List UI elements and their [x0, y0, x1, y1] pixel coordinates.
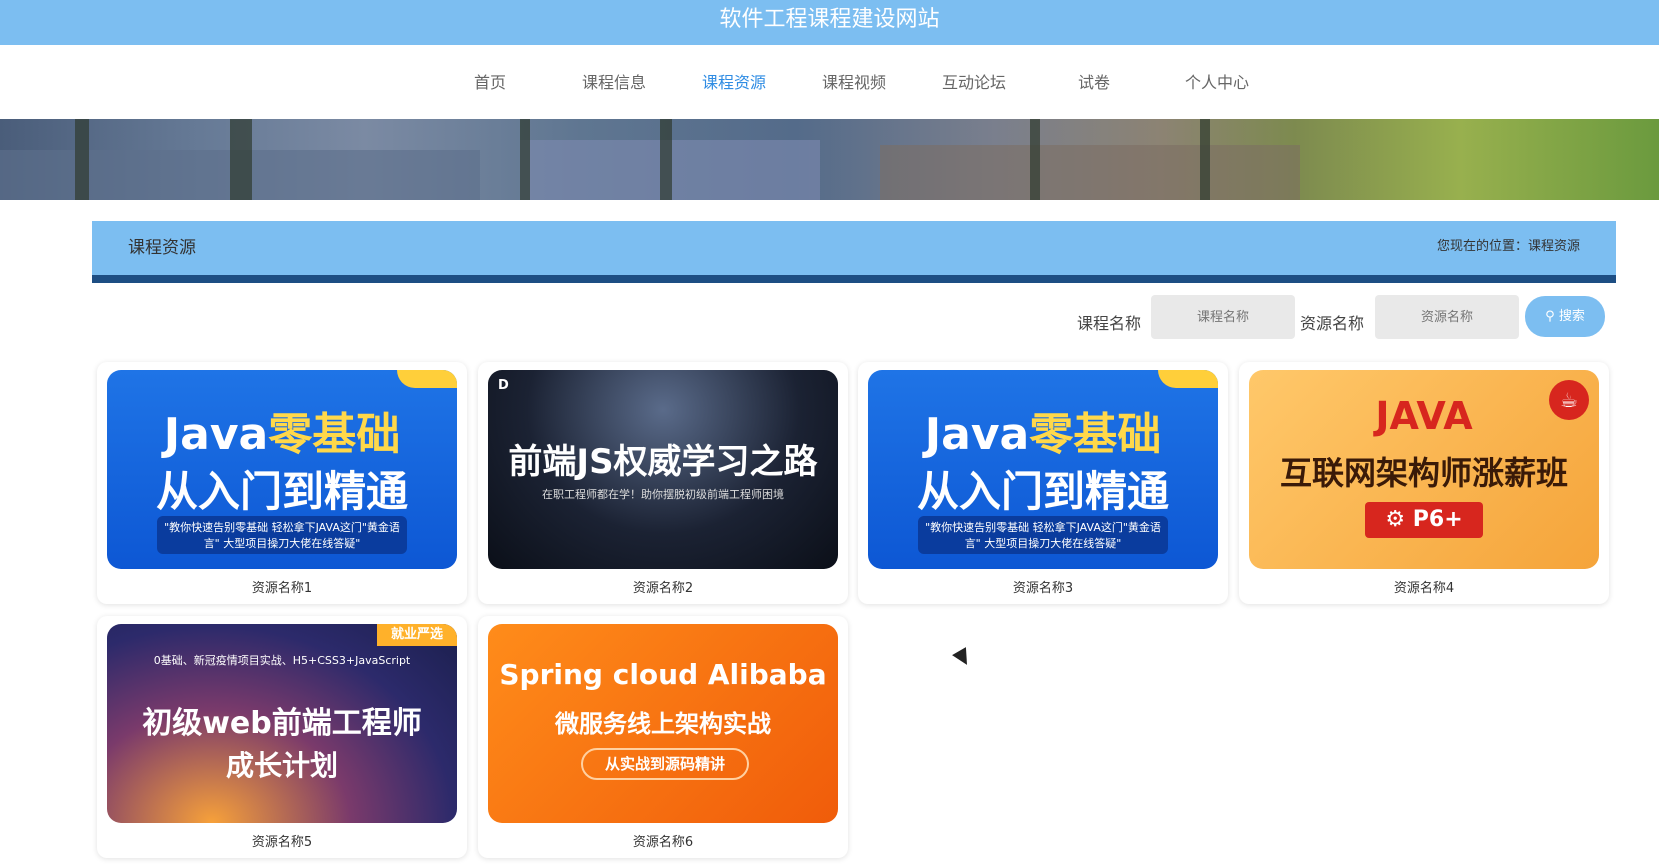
resource-thumbnail: Java零基础 从入门到精通 "教你快速告别零基础 轻松拿下JAVA这门"黄金语… [868, 370, 1218, 569]
resource-name: 资源名称4 [1393, 581, 1455, 596]
thumb-text: 初级web前端工程师 [142, 706, 422, 741]
thumb-text: 成长计划 [225, 749, 338, 782]
thumb-text: 0基础、新冠疫情项目实战、H5+CSS3+JavaScript [153, 654, 411, 667]
thumb-text: "教你快速告别零基础 轻松拿下JAVA这门"黄金语言" 大型项目操刀大佬在线答疑… [157, 516, 407, 554]
thumb-text: 零基础 [268, 409, 401, 460]
search-icon: ⚲ [1545, 309, 1555, 324]
thumb-text: 从实战到源码精讲 [581, 748, 749, 780]
thumb-text: 零基础 [1029, 409, 1162, 460]
course-name-label: 课程名称 [1077, 314, 1142, 333]
nav-label: 课程信息 [581, 73, 646, 92]
resource-name: 资源名称1 [251, 581, 313, 596]
resource-thumbnail: ☕ JAVA 互联网架构师涨薪班 ⚙ P6+ [1249, 370, 1599, 569]
section-title: 课程资源 [128, 238, 196, 258]
search-button[interactable]: ⚲ 搜索 [1525, 296, 1605, 337]
thumb-text: 从入门到精通 [155, 467, 408, 516]
resource-card[interactable]: Java零基础 从入门到精通 "教你快速告别零基础 轻松拿下JAVA这门"黄金语… [858, 362, 1228, 604]
resource-card[interactable]: Java零基础 从入门到精通 "教你快速告别零基础 轻松拿下JAVA这门"黄金语… [97, 362, 467, 604]
nav-label: 课程视频 [821, 73, 886, 92]
resource-card[interactable]: ☕ JAVA 互联网架构师涨薪班 ⚙ P6+ 资源名称4 [1239, 362, 1609, 604]
resource-name: 资源名称5 [251, 835, 313, 850]
thumb-text: ⚙ P6+ [1365, 502, 1483, 538]
thumb-text: Spring cloud Alibaba [499, 658, 827, 691]
main-nav: 首页 课程信息 课程资源 课程视频 互动论坛 试卷 个人中心 [0, 45, 1659, 127]
thumb-text: Java [163, 409, 269, 460]
nav-label: 首页 [473, 73, 506, 92]
search-button-label: 搜索 [1558, 309, 1585, 324]
thumb-text: JAVA [1375, 394, 1473, 438]
resource-name: 资源名称6 [632, 835, 694, 850]
campus-banner-image [0, 119, 1659, 200]
resource-card[interactable]: Spring cloud Alibaba 微服务线上架构实战 从实战到源码精讲 … [478, 616, 848, 858]
thumb-text: 就业严选 [377, 624, 457, 646]
resource-name: 资源名称2 [632, 581, 694, 596]
resource-thumbnail: D 前端JS权威学习之路 在职工程师都在学！助你摆脱初级前端工程师困境 [488, 370, 838, 569]
mouse-cursor-icon [952, 647, 974, 669]
resource-thumbnail: Spring cloud Alibaba 微服务线上架构实战 从实战到源码精讲 [488, 624, 838, 823]
thumb-text: 微服务线上架构实战 [555, 710, 771, 738]
nav-label: 互动论坛 [941, 73, 1006, 92]
thumb-text: 互联网架构师涨薪班 [1279, 454, 1568, 492]
thumb-text: Java [924, 409, 1030, 460]
resource-thumbnail: Java零基础 从入门到精通 "教你快速告别零基础 轻松拿下JAVA这门"黄金语… [107, 370, 457, 569]
resource-card[interactable]: 就业严选 0基础、新冠疫情项目实战、H5+CSS3+JavaScript 初级w… [97, 616, 467, 858]
thumb-text: 从入门到精通 [916, 467, 1169, 516]
resource-name: 资源名称3 [1012, 581, 1074, 596]
site-title: 软件工程课程建设网站 [0, 0, 1659, 45]
nav-label: 课程资源 [701, 73, 766, 92]
thumb-text: 在职工程师都在学！助你摆脱初级前端工程师困境 [542, 488, 784, 501]
thumb-text: 前端JS权威学习之路 [508, 442, 818, 482]
breadcrumb: 您现在的位置：课程资源 [1436, 239, 1580, 254]
section-header: 课程资源 您现在的位置：课程资源 [92, 221, 1616, 283]
resource-name-input[interactable] [1375, 295, 1519, 339]
nav-label: 试卷 [1077, 73, 1110, 92]
course-name-input[interactable] [1151, 295, 1295, 339]
thumb-text: "教你快速告别零基础 轻松拿下JAVA这门"黄金语言" 大型项目操刀大佬在线答疑… [918, 516, 1168, 554]
resource-card[interactable]: D 前端JS权威学习之路 在职工程师都在学！助你摆脱初级前端工程师困境 资源名称… [478, 362, 848, 604]
nav-label: 个人中心 [1184, 73, 1249, 92]
resource-name-label: 资源名称 [1300, 314, 1365, 333]
resource-thumbnail: 就业严选 0基础、新冠疫情项目实战、H5+CSS3+JavaScript 初级w… [107, 624, 457, 823]
